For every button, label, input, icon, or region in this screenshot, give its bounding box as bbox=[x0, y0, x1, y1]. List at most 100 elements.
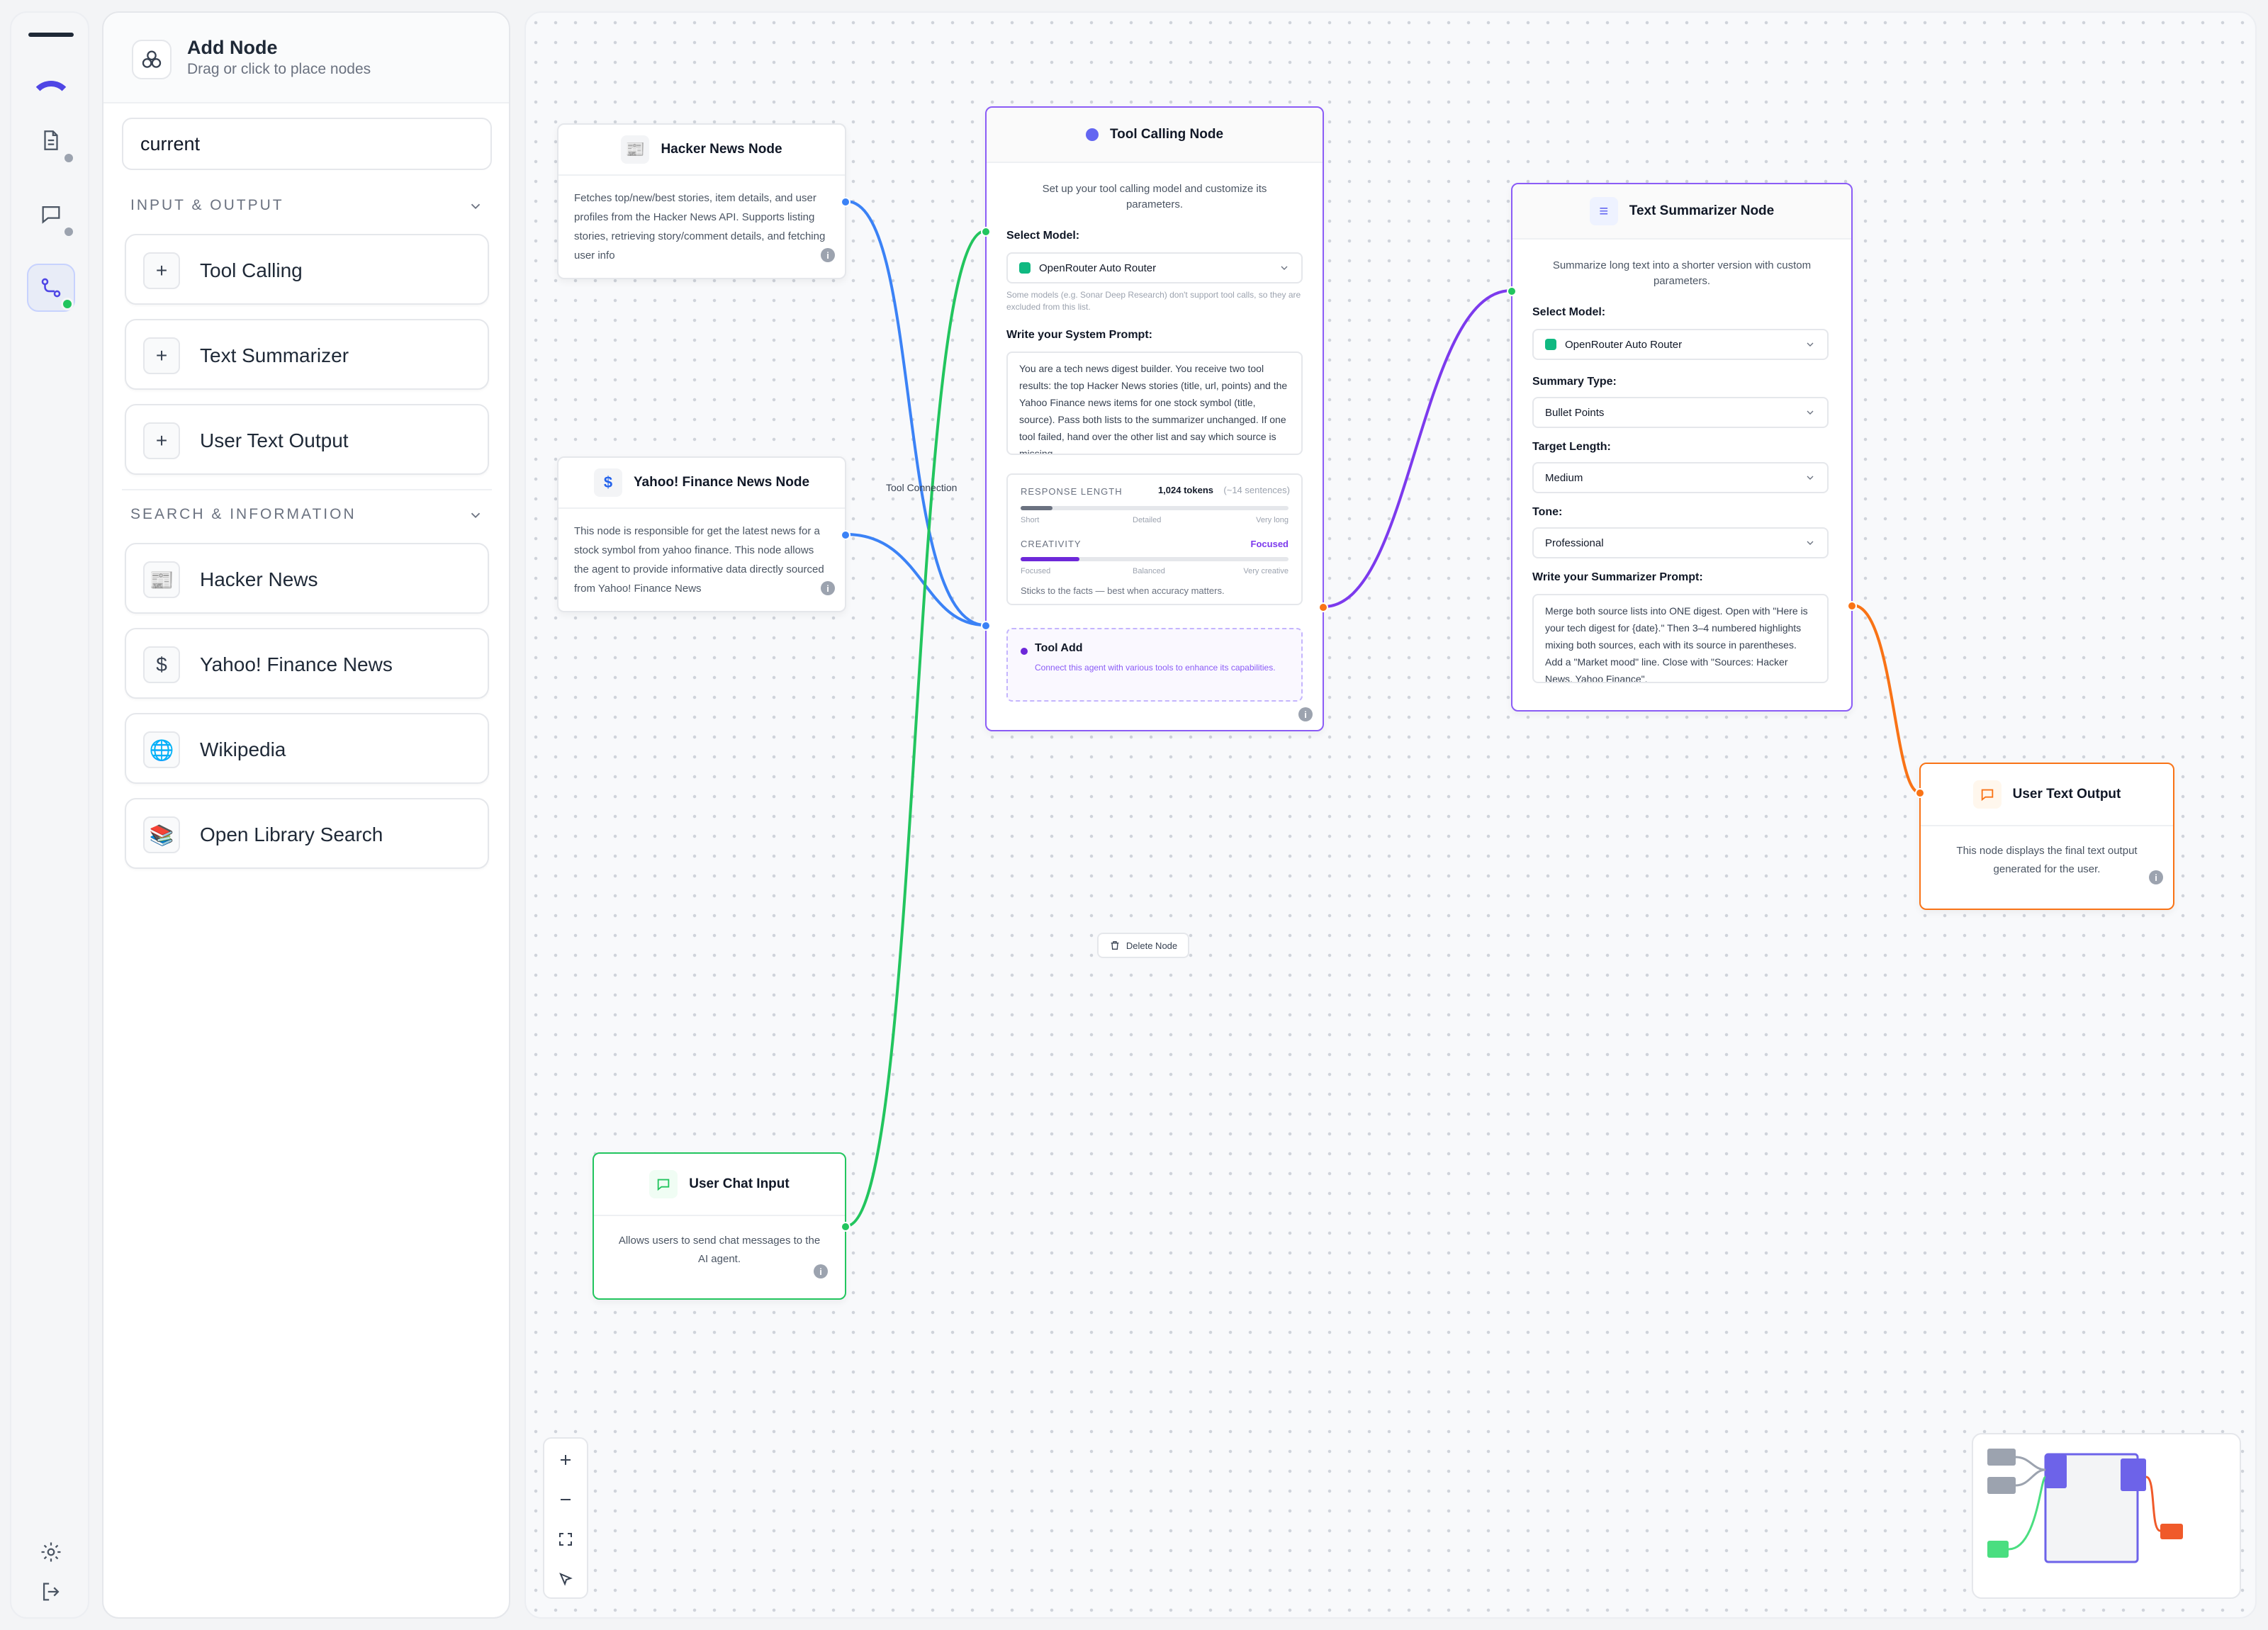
user-chat-input-node[interactable]: User Chat Input Allows users to send cha… bbox=[593, 1152, 850, 1300]
interactive-toggle-button[interactable] bbox=[544, 1559, 587, 1599]
status-dot bbox=[62, 152, 75, 164]
model-logo-icon bbox=[1545, 339, 1556, 350]
model-logo-icon bbox=[1019, 262, 1031, 274]
minimap[interactable] bbox=[1972, 1433, 2241, 1599]
node-dot-icon bbox=[1085, 128, 1099, 141]
node-item-label: Text Summarizer bbox=[200, 344, 349, 366]
tool-add-title: Tool Add bbox=[1035, 642, 1083, 654]
input-handle[interactable] bbox=[1915, 788, 1925, 798]
fit-view-button[interactable] bbox=[544, 1519, 587, 1559]
flow-canvas[interactable]: Tool Connection 📰 Hacker News Node Fetch… bbox=[524, 11, 2257, 1619]
category-input-output[interactable]: INPUT & OUTPUT bbox=[130, 197, 284, 214]
settings-button[interactable] bbox=[37, 1538, 65, 1566]
output-handle[interactable] bbox=[841, 1222, 850, 1232]
tool-add-zone[interactable]: Tool Add Connect this agent with various… bbox=[1006, 628, 1303, 702]
tone-value: Professional bbox=[1545, 536, 1604, 549]
creativity-value: Focused bbox=[1250, 539, 1289, 549]
chat-icon bbox=[42, 206, 60, 224]
tone-select[interactable]: Professional bbox=[1532, 527, 1829, 558]
document-icon bbox=[44, 130, 58, 150]
zoom-in-button[interactable] bbox=[544, 1440, 587, 1480]
tool-add-description: Connect this agent with various tools to… bbox=[1035, 663, 1276, 673]
chevron-down-icon[interactable] bbox=[468, 198, 483, 214]
output-handle[interactable] bbox=[841, 197, 850, 207]
hacker-news-node[interactable]: 📰 Hacker News Node Fetches top/new/best … bbox=[557, 123, 850, 279]
category-search-information[interactable]: SEARCH & INFORMATION bbox=[130, 506, 357, 523]
info-icon[interactable]: i bbox=[821, 581, 835, 595]
text-summarizer-node[interactable]: ≡ Text Summarizer Node Summarize long te… bbox=[1507, 183, 1857, 712]
chevron-down-icon bbox=[1807, 476, 1814, 480]
summary-type-select[interactable]: Bullet Points bbox=[1532, 397, 1829, 428]
tool-calling-node[interactable]: Tool Calling Node Set up your tool calli… bbox=[981, 106, 1328, 731]
select-model-label: Select Model: bbox=[1532, 306, 1606, 318]
edge-tool-summarizer[interactable] bbox=[1323, 289, 1512, 608]
node-item-wikipedia[interactable]: 🌐 Wikipedia bbox=[125, 713, 489, 784]
tick-detailed: Detailed bbox=[1133, 516, 1162, 524]
dollar-icon: $ bbox=[593, 468, 622, 497]
tool-handle[interactable] bbox=[981, 621, 991, 631]
tick-focused: Focused bbox=[1021, 567, 1051, 575]
input-handle[interactable] bbox=[1507, 286, 1517, 296]
response-length-value: 1,024 tokens bbox=[1157, 485, 1213, 495]
system-prompt-textarea[interactable]: You are a tech news digest builder. You … bbox=[1006, 352, 1303, 455]
info-icon[interactable]: i bbox=[814, 1264, 828, 1278]
parameters-card: RESPONSE LENGTH 1,024 tokens (~14 senten… bbox=[1006, 473, 1303, 605]
tick-short: Short bbox=[1021, 516, 1040, 524]
node-header: User Chat Input bbox=[594, 1154, 845, 1216]
model-select[interactable]: OpenRouter Auto Router bbox=[1532, 329, 1829, 360]
logout-button[interactable] bbox=[37, 1578, 65, 1606]
delete-node-button[interactable]: Delete Node bbox=[1097, 933, 1189, 958]
node-item-open-library[interactable]: 📚 Open Library Search bbox=[125, 798, 489, 869]
node-item-text-summarizer[interactable]: + Text Summarizer bbox=[125, 319, 489, 390]
node-item-tool-calling[interactable]: + Tool Calling bbox=[125, 234, 489, 305]
edge-summarizer-output[interactable] bbox=[1852, 604, 1920, 794]
edge-input-tool[interactable] bbox=[846, 230, 986, 1227]
creativity-slider[interactable] bbox=[1021, 557, 1289, 561]
panel-subtitle: Drag or click to place nodes bbox=[187, 61, 371, 77]
select-model-label: Select Model: bbox=[1006, 230, 1080, 242]
logout-icon bbox=[43, 1583, 60, 1601]
brand-bar bbox=[28, 33, 74, 37]
chat-bubble-icon bbox=[649, 1170, 678, 1198]
node-item-hacker-news[interactable]: 📰 Hacker News bbox=[125, 543, 489, 614]
nodes-cluster-icon bbox=[142, 50, 162, 68]
yahoo-finance-node[interactable]: $ Yahoo! Finance News Node This node is … bbox=[557, 456, 850, 612]
node-item-yahoo-finance[interactable]: $ Yahoo! Finance News bbox=[125, 628, 489, 699]
chevron-down-icon bbox=[1281, 266, 1288, 270]
node-item-label: Yahoo! Finance News bbox=[200, 653, 393, 675]
rail-chat-button[interactable] bbox=[27, 190, 75, 238]
edge-yahoo-tool[interactable] bbox=[846, 533, 986, 626]
minimap-graph bbox=[1987, 1449, 2183, 1563]
rail-documents-button[interactable] bbox=[27, 116, 75, 164]
chevron-down-icon[interactable] bbox=[468, 507, 483, 523]
node-item-user-text-output[interactable]: + User Text Output bbox=[125, 404, 489, 475]
response-length-slider[interactable] bbox=[1021, 506, 1289, 510]
divider bbox=[122, 489, 492, 490]
trash-icon bbox=[1111, 941, 1119, 950]
tick-balanced: Balanced bbox=[1133, 567, 1165, 575]
search-input[interactable] bbox=[122, 118, 492, 170]
model-select[interactable]: OpenRouter Auto Router bbox=[1006, 252, 1303, 283]
output-handle[interactable] bbox=[1847, 601, 1857, 611]
lines-icon: ≡ bbox=[1589, 197, 1618, 225]
node-title: Tool Calling Node bbox=[1109, 127, 1224, 142]
info-icon[interactable]: i bbox=[821, 248, 835, 262]
info-icon[interactable]: i bbox=[1298, 707, 1313, 721]
node-title: Hacker News Node bbox=[661, 142, 782, 157]
output-handle[interactable] bbox=[841, 530, 850, 540]
target-length-select[interactable]: Medium bbox=[1532, 462, 1829, 493]
node-header: 📰 Hacker News Node bbox=[558, 125, 845, 176]
user-text-output-node[interactable]: User Text Output This node displays the … bbox=[1915, 763, 2174, 910]
node-description: Set up your tool calling model and custo… bbox=[1042, 183, 1267, 210]
plus-icon: + bbox=[143, 252, 180, 289]
summarizer-prompt-textarea[interactable]: Merge both source lists into ONE digest.… bbox=[1532, 594, 1829, 683]
info-icon[interactable]: i bbox=[2149, 870, 2163, 884]
slider-fill bbox=[1021, 506, 1053, 510]
status-dot bbox=[62, 225, 75, 238]
model-value: OpenRouter Auto Router bbox=[1565, 338, 1683, 351]
output-handle[interactable] bbox=[1318, 602, 1328, 612]
input-handle[interactable] bbox=[981, 227, 991, 237]
summary-type-value: Bullet Points bbox=[1545, 406, 1605, 419]
rail-flow-button[interactable] bbox=[27, 264, 75, 312]
zoom-out-button[interactable] bbox=[544, 1480, 587, 1519]
